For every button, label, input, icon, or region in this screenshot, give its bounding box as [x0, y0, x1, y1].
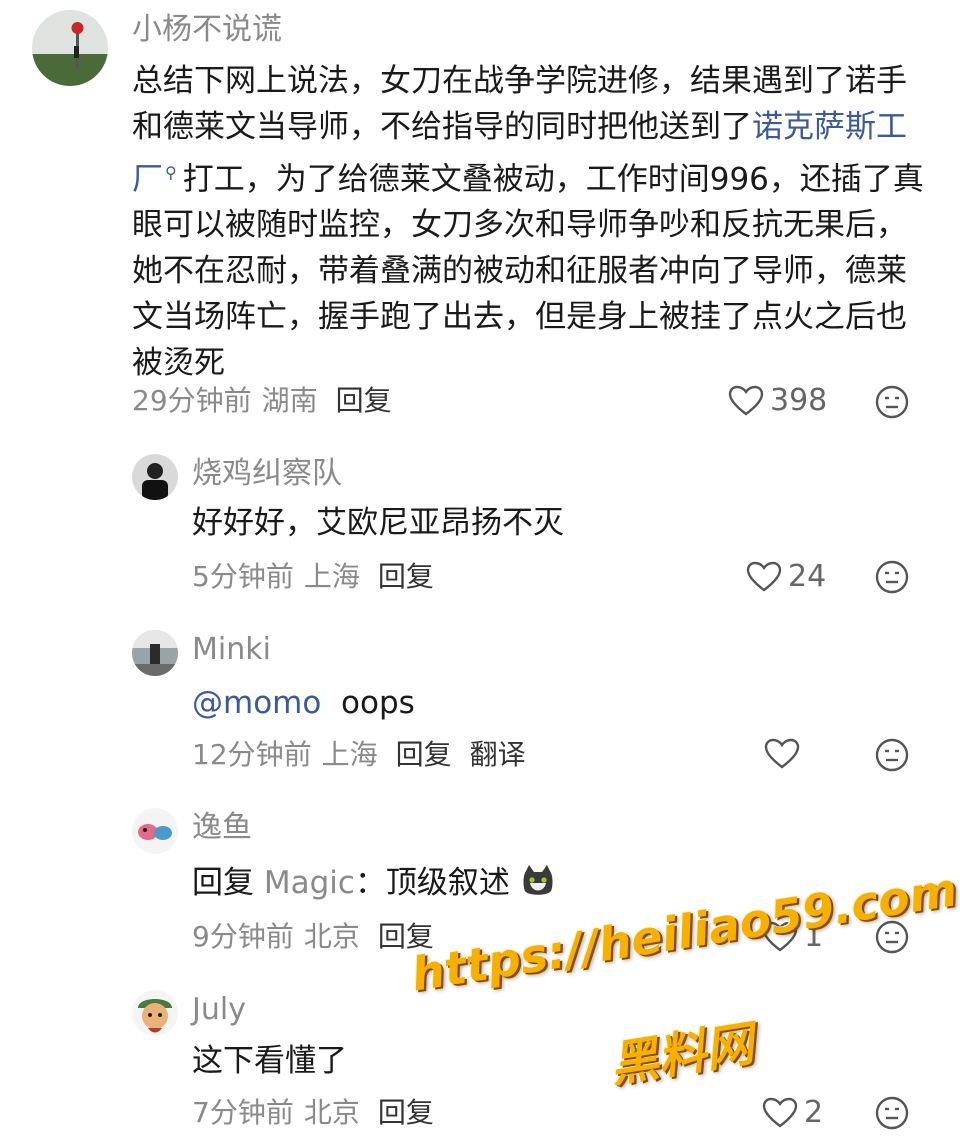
- avatar[interactable]: [132, 990, 178, 1036]
- like-button[interactable]: [764, 738, 800, 770]
- comment-text: 这下看懂了: [192, 1043, 347, 1079]
- timestamp: 5分钟前: [192, 560, 294, 593]
- comment-meta: 7分钟前 北京 回复: [192, 1096, 434, 1130]
- username[interactable]: July: [192, 992, 246, 1028]
- reply-button[interactable]: 回复: [336, 384, 392, 417]
- location: 上海: [321, 738, 378, 771]
- reply-button[interactable]: 回复: [378, 1096, 434, 1129]
- dislike-button[interactable]: [874, 1095, 910, 1135]
- like-button[interactable]: 398: [728, 384, 827, 418]
- watermark-name: 黑料网: [606, 1015, 758, 1094]
- username[interactable]: Minki: [192, 632, 271, 668]
- heart-icon: [728, 385, 764, 416]
- meh-face-icon: [875, 560, 909, 594]
- heart-icon: [746, 561, 782, 592]
- like-button[interactable]: 24: [746, 560, 826, 594]
- comment-meta: 29分钟前 湖南 回复: [132, 384, 392, 418]
- username[interactable]: 小杨不说谎: [132, 12, 282, 48]
- comment-text-part: oops: [341, 685, 415, 721]
- translate-button[interactable]: 翻译: [470, 738, 526, 771]
- location: 湖南: [261, 384, 318, 417]
- meh-face-icon: [875, 385, 909, 419]
- like-button[interactable]: 2: [762, 1096, 823, 1130]
- comment-meta: 9分钟前 北京 回复: [192, 920, 434, 954]
- avatar[interactable]: [32, 10, 108, 86]
- avatar[interactable]: [132, 808, 178, 854]
- timestamp: 29分钟前: [132, 384, 252, 417]
- timestamp: 9分钟前: [192, 920, 294, 953]
- comment-text: @momo oops: [192, 680, 415, 726]
- comment-text-part: ：顶级叙述: [354, 865, 510, 901]
- username[interactable]: 烧鸡纠察队: [192, 456, 342, 492]
- like-count: 24: [788, 559, 827, 594]
- mention-link[interactable]: @momo: [192, 685, 321, 721]
- reply-prefix: 回复: [192, 865, 254, 901]
- comment-text: 总结下网上说法，女刀在战争学院进修，结果遇到了诺手和德莱文当导师，不给指导的同时…: [132, 58, 932, 386]
- like-count: 2: [804, 1095, 824, 1130]
- like-count: 398: [770, 383, 828, 418]
- comment-text: 回复 Magic：顶级叙述: [192, 860, 556, 906]
- dislike-button[interactable]: [874, 737, 910, 777]
- avatar[interactable]: [132, 454, 178, 500]
- comment-text-part: 打工，为了给德莱文叠被动，工作时间996，还插了真眼可以被随时监控，女刀多次和导…: [132, 161, 924, 382]
- comment-meta: 5分钟前 上海 回复: [192, 560, 434, 594]
- location: 上海: [303, 560, 360, 593]
- username[interactable]: 逸鱼: [192, 810, 252, 846]
- heart-icon: [762, 1097, 798, 1128]
- reply-to-user[interactable]: Magic: [264, 865, 355, 901]
- cat-emoji-icon: [523, 865, 553, 895]
- dislike-button[interactable]: [874, 559, 910, 599]
- reply-button[interactable]: 回复: [378, 560, 434, 593]
- avatar[interactable]: [132, 630, 178, 676]
- location: 北京: [303, 920, 360, 953]
- meh-face-icon: [875, 1096, 909, 1130]
- timestamp: 12分钟前: [192, 738, 312, 771]
- timestamp: 7分钟前: [192, 1096, 294, 1129]
- location: 北京: [303, 1096, 360, 1129]
- dislike-button[interactable]: [874, 384, 910, 424]
- comment-text: 好好好，艾欧尼亚昂扬不灭: [192, 505, 564, 541]
- reply-button[interactable]: 回复: [396, 738, 452, 771]
- heart-icon: [764, 738, 800, 769]
- search-icon[interactable]: ⚲: [165, 163, 177, 182]
- meh-face-icon: [875, 738, 909, 772]
- comment-meta: 12分钟前 上海 回复 翻译: [192, 738, 526, 772]
